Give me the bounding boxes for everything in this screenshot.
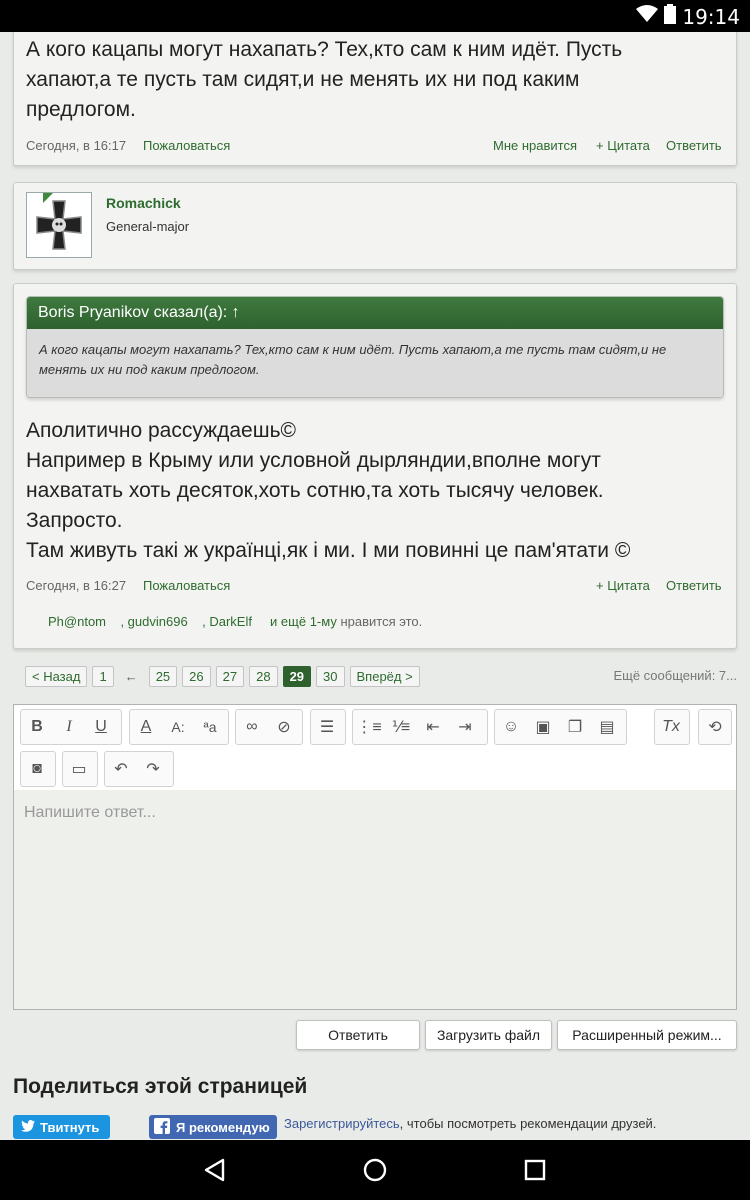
reply-placeholder: Напишите ответ... (24, 804, 156, 821)
page-skip[interactable]: ← (119, 669, 144, 684)
battery-icon (664, 4, 677, 29)
likes-suffix: нравится это. (340, 614, 423, 629)
media-icon[interactable]: ❐ (559, 710, 591, 744)
next-page-button[interactable]: Вперёд > (349, 665, 420, 687)
link-icon[interactable]: ∞ (236, 710, 268, 744)
page-content: А кого кацапы могут нахапать? Тех,кто са… (0, 32, 750, 1140)
post-text: А кого кацапы могут нахапать? Тех,кто са… (26, 38, 623, 121)
undo-icon[interactable]: ↶ (105, 752, 137, 786)
twitter-bird-icon (21, 1119, 35, 1135)
like-link[interactable]: Мне нравится (493, 138, 577, 153)
pagination: < Назад 1 ← 25 26 27 28 29 30 Вперёд > (25, 665, 420, 687)
format-group: B I U (20, 709, 122, 745)
editor-toolbar: B I U A A: ªa ∞ ⊘ ☰ ⋮≡ ⅟≡ ⇤ ⇥ ☺ ▣ ❐ ▤ Tx… (14, 705, 736, 790)
font-family-icon[interactable]: ªa (194, 710, 226, 744)
post-timestamp[interactable]: Сегодня, в 16:17 (26, 138, 126, 153)
clock: 19:14 (682, 4, 740, 29)
prev-page-button[interactable]: < Назад (25, 665, 88, 687)
recent-apps-icon[interactable] (524, 1159, 546, 1186)
clear-format-group: Tx (654, 709, 690, 745)
wifi-icon (636, 5, 659, 28)
page-link[interactable]: 25 (148, 665, 178, 687)
post-message: Boris Pryanikov сказал(а): ↑ А кого каца… (13, 283, 737, 649)
history-group: ↶ ↷ (104, 751, 174, 787)
home-icon[interactable] (363, 1158, 387, 1187)
quote-header[interactable]: Boris Pryanikov сказал(а): ↑ (27, 297, 723, 329)
bullet-list-icon[interactable]: ⋮≡ (353, 710, 385, 744)
quote-block: Boris Pryanikov сказал(а): ↑ А кого каца… (26, 296, 724, 398)
post-message: А кого кацапы могут нахапать? Тех,кто са… (13, 32, 737, 166)
reply-link[interactable]: Ответить (666, 578, 722, 593)
page-link[interactable]: 30 (316, 665, 345, 687)
iron-cross-icon (36, 193, 82, 250)
image-icon[interactable]: ▣ (527, 710, 559, 744)
page-link[interactable]: 26 (182, 665, 211, 687)
liker-link[interactable]: , gudvin696 (120, 614, 187, 629)
numbered-list-icon[interactable]: ⅟≡ (385, 710, 417, 744)
underline-icon[interactable]: U (85, 710, 117, 744)
outdent-icon[interactable]: ⇤ (417, 710, 449, 744)
android-nav-bar (0, 1140, 750, 1200)
advanced-mode-button[interactable]: Расширенный режим... (557, 1020, 737, 1050)
bold-icon[interactable]: B (21, 710, 53, 744)
liker-link[interactable]: , DarkElf (202, 614, 252, 629)
share-title: Поделиться этой страницей (13, 1075, 308, 1098)
tweet-button[interactable]: Твитнуть (13, 1115, 110, 1139)
code-icon[interactable]: ▤ (591, 710, 623, 744)
clear-formatting-icon[interactable]: Tx (655, 710, 687, 744)
reply-link[interactable]: Ответить (666, 138, 722, 153)
reply-textarea[interactable]: Напишите ответ... (14, 790, 736, 1009)
report-link[interactable]: Пожаловаться (143, 578, 230, 593)
upload-file-button[interactable]: Загрузить файл (425, 1020, 552, 1050)
align-icon[interactable]: ☰ (311, 710, 343, 744)
register-link[interactable]: Зарегистрируйтесь (284, 1116, 400, 1131)
link-group: ∞ ⊘ (235, 709, 303, 745)
save-draft-group: ▭ (62, 751, 98, 787)
italic-icon[interactable]: I (53, 710, 85, 744)
save-draft-icon[interactable]: ▭ (63, 752, 95, 786)
tweet-label: Твитнуть (40, 1119, 100, 1135)
redo-icon[interactable]: ↷ (137, 752, 169, 786)
facebook-register-text: Зарегистрируйтесь, чтобы посмотреть реко… (284, 1116, 657, 1131)
report-link[interactable]: Пожаловаться (143, 138, 230, 153)
quote-link[interactable]: + Цитата (596, 578, 650, 593)
camera-group: ◙ (20, 751, 56, 787)
font-size-icon[interactable]: A: (162, 710, 194, 744)
likes-summary: Ph@ntom , gudvin696 , DarkElf и ещё 1-му… (48, 614, 422, 629)
indent-icon[interactable]: ⇥ (449, 710, 481, 744)
post-timestamp[interactable]: Сегодня, в 16:27 (26, 578, 126, 593)
current-page[interactable]: 29 (282, 665, 312, 687)
facebook-icon (154, 1117, 170, 1137)
back-icon[interactable] (203, 1158, 227, 1187)
toggle-bbcode-icon[interactable]: ⟲ (699, 710, 731, 744)
insert-group: ☺ ▣ ❐ ▤ (494, 709, 627, 745)
page-link[interactable]: 1 (92, 665, 114, 687)
quote-link[interactable]: + Цитата (596, 138, 650, 153)
username[interactable]: Romachick (106, 195, 181, 211)
more-messages-link[interactable]: Ещё сообщений: 7... (613, 668, 737, 683)
user-rank: General-major (106, 219, 190, 234)
camera-icon[interactable]: ◙ (21, 752, 53, 786)
align-group: ☰ (310, 709, 346, 745)
quote-text: А кого кацапы могут нахапать? Тех,кто са… (27, 329, 723, 397)
likes-more-link[interactable]: и ещё 1-му (270, 614, 337, 629)
list-group: ⋮≡ ⅟≡ ⇤ ⇥ (352, 709, 488, 745)
facebook-recommend-button[interactable]: Я рекомендую (149, 1115, 277, 1139)
smiley-icon[interactable]: ☺ (495, 710, 527, 744)
page-link[interactable]: 28 (249, 665, 278, 687)
post-text: Аполитично рассуждаешь© Например в Крыму… (26, 419, 631, 562)
font-group: A A: ªa (129, 709, 229, 745)
reply-button[interactable]: Ответить (296, 1020, 420, 1050)
text-color-icon[interactable]: A (130, 710, 162, 744)
liker-link[interactable]: Ph@ntom (48, 614, 106, 629)
status-bar: 19:14 (0, 0, 750, 32)
avatar[interactable] (26, 192, 92, 258)
recommend-label: Я рекомендую (176, 1119, 270, 1135)
toggle-bbcode-group: ⟲ (698, 709, 732, 745)
reply-editor: B I U A A: ªa ∞ ⊘ ☰ ⋮≡ ⅟≡ ⇤ ⇥ ☺ ▣ ❐ ▤ Tx… (13, 704, 737, 1010)
unlink-icon[interactable]: ⊘ (268, 710, 300, 744)
user-info-card: Romachick General-major (13, 182, 737, 270)
page-link[interactable]: 27 (215, 665, 245, 687)
